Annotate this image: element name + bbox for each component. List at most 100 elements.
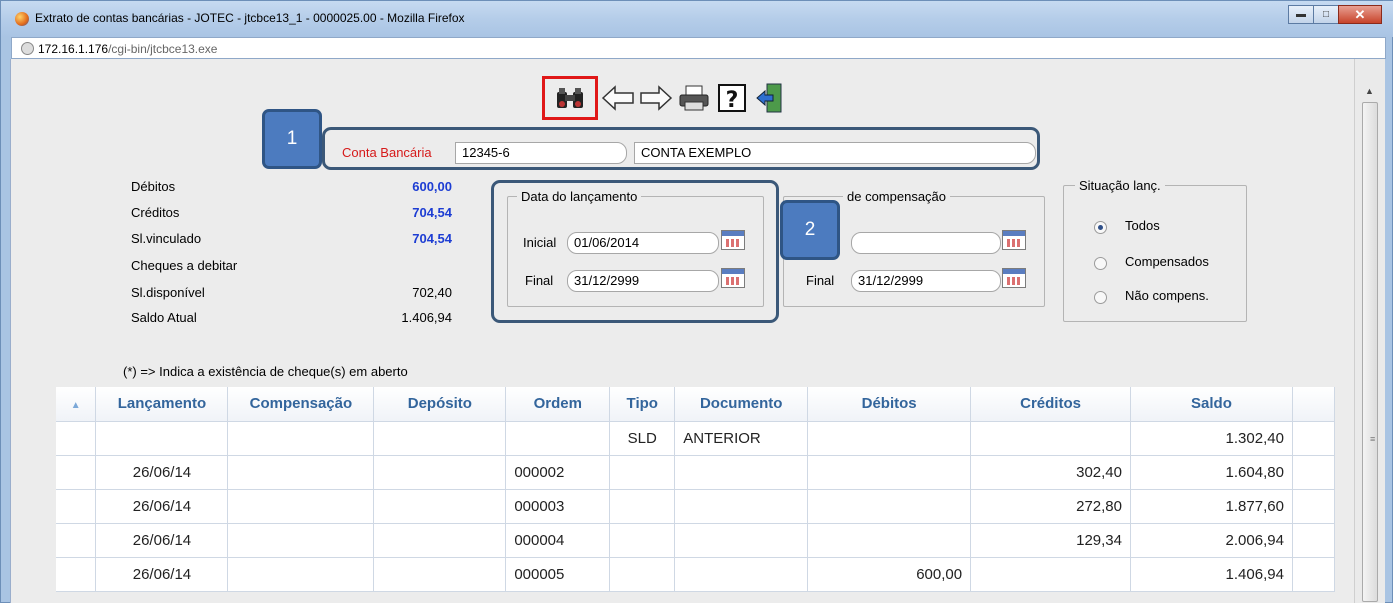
col-debitos[interactable]: Débitos xyxy=(807,387,972,422)
cell-saldo[interactable]: 1.302,40 xyxy=(1130,421,1293,456)
cell-lancamento[interactable]: 26/06/14 xyxy=(95,455,229,490)
comp-final-input[interactable]: 31/12/2999 xyxy=(851,270,1001,292)
help-icon[interactable]: ? xyxy=(714,80,750,116)
cell-saldo[interactable]: 2.006,94 xyxy=(1130,523,1293,558)
radio-compensados-label[interactable]: Compensados xyxy=(1125,254,1209,269)
cell-tipo[interactable]: SLD xyxy=(609,421,676,456)
scroll-up-icon[interactable]: ▲ xyxy=(1365,86,1374,96)
lanc-final-input[interactable]: 31/12/2999 xyxy=(567,270,719,292)
table-row[interactable]: 26/06/14 000003 272,80 1.877,60 xyxy=(56,489,1336,524)
cell-deposito[interactable] xyxy=(373,455,507,490)
vertical-scrollbar[interactable]: ▲ ≡ xyxy=(1354,59,1385,603)
table-header-row: ▲ Lançamento Compensação Depósito Ordem … xyxy=(56,387,1336,422)
col-compensacao[interactable]: Compensação xyxy=(227,387,375,422)
cell-ordem[interactable]: 000003 xyxy=(505,489,611,524)
exit-door-icon[interactable] xyxy=(752,80,788,116)
arrow-left-icon[interactable] xyxy=(600,80,636,116)
cell-debitos[interactable] xyxy=(807,489,972,524)
cell-tipo[interactable] xyxy=(609,455,676,490)
radio-compensados[interactable] xyxy=(1094,257,1107,270)
comp-inicial-input[interactable] xyxy=(851,232,1001,254)
table-row[interactable]: 26/06/14 000002 302,40 1.604,80 xyxy=(56,455,1336,490)
title-bar: Extrato de contas bancárias - JOTEC - jt… xyxy=(1,1,1393,37)
cell-creditos[interactable]: 302,40 xyxy=(970,455,1131,490)
cell-lancamento[interactable]: 26/06/14 xyxy=(95,489,229,524)
cell-documento[interactable] xyxy=(674,455,809,490)
cell-debitos[interactable] xyxy=(807,421,972,456)
col-lancamento[interactable]: Lançamento xyxy=(95,387,229,422)
cell-ordem[interactable]: 000002 xyxy=(505,455,611,490)
cell-compensacao[interactable] xyxy=(227,421,375,456)
minimize-icon[interactable]: ▬ xyxy=(1288,5,1314,24)
cell-documento[interactable] xyxy=(674,489,809,524)
creditos-label: Créditos xyxy=(131,205,180,220)
cell-deposito[interactable] xyxy=(373,489,507,524)
cell-debitos[interactable]: 600,00 xyxy=(807,557,972,592)
col-documento[interactable]: Documento xyxy=(674,387,809,422)
row-indicator-cell[interactable] xyxy=(56,489,97,524)
cell-creditos[interactable] xyxy=(970,421,1131,456)
cell-creditos[interactable]: 129,34 xyxy=(970,523,1131,558)
sort-column-header[interactable]: ▲ xyxy=(56,387,97,422)
cell-creditos[interactable]: 272,80 xyxy=(970,489,1131,524)
radio-nao-compens[interactable] xyxy=(1094,291,1107,304)
cell-saldo[interactable]: 1.877,60 xyxy=(1130,489,1293,524)
cell-saldo[interactable]: 1.604,80 xyxy=(1130,455,1293,490)
cell-debitos[interactable] xyxy=(807,455,972,490)
scrollbar-thumb[interactable] xyxy=(1362,102,1378,602)
url-text[interactable]: 172.16.1.176/cgi-bin/jtcbce13.exe xyxy=(38,42,217,56)
cell-tipo[interactable] xyxy=(609,523,676,558)
creditos-value: 704,54 xyxy=(412,205,452,220)
col-deposito[interactable]: Depósito xyxy=(373,387,507,422)
cell-ordem[interactable]: 000004 xyxy=(505,523,611,558)
cell-documento[interactable]: ANTERIOR xyxy=(674,421,809,456)
radio-nao-compens-label[interactable]: Não compens. xyxy=(1125,288,1209,303)
account-number-input[interactable]: 12345-6 xyxy=(455,142,627,164)
row-indicator-cell[interactable] xyxy=(56,523,97,558)
cell-compensacao[interactable] xyxy=(227,523,375,558)
calendar-icon[interactable] xyxy=(721,230,745,250)
cell-deposito[interactable] xyxy=(373,523,507,558)
col-creditos[interactable]: Créditos xyxy=(970,387,1131,422)
cell-creditos[interactable] xyxy=(970,557,1131,592)
lanc-inicial-input[interactable]: 01/06/2014 xyxy=(567,232,719,254)
cell-tipo[interactable] xyxy=(609,489,676,524)
cell-saldo[interactable]: 1.406,94 xyxy=(1130,557,1293,592)
cell-deposito[interactable] xyxy=(373,421,507,456)
calendar-icon[interactable] xyxy=(1002,230,1026,250)
cell-documento[interactable] xyxy=(674,557,809,592)
radio-todos[interactable] xyxy=(1094,221,1107,234)
table-row[interactable]: SLD ANTERIOR 1.302,40 xyxy=(56,421,1336,456)
cell-ordem[interactable]: 000005 xyxy=(505,557,611,592)
disponivel-value: 702,40 xyxy=(412,285,452,300)
arrow-right-icon[interactable] xyxy=(638,80,674,116)
row-indicator-cell[interactable] xyxy=(56,455,97,490)
maximize-icon[interactable]: □ xyxy=(1313,5,1339,24)
binoculars-icon[interactable] xyxy=(542,76,598,120)
printer-icon[interactable] xyxy=(676,80,712,116)
col-saldo[interactable]: Saldo xyxy=(1130,387,1293,422)
firefox-icon xyxy=(15,12,29,26)
cell-compensacao[interactable] xyxy=(227,455,375,490)
cell-lancamento[interactable]: 26/06/14 xyxy=(95,557,229,592)
row-indicator-cell[interactable] xyxy=(56,557,97,592)
row-indicator-cell[interactable] xyxy=(56,421,97,456)
close-icon[interactable]: ✕ xyxy=(1338,5,1382,24)
account-name-input[interactable]: CONTA EXEMPLO xyxy=(634,142,1036,164)
col-ordem[interactable]: Ordem xyxy=(505,387,611,422)
cell-debitos[interactable] xyxy=(807,523,972,558)
radio-todos-label[interactable]: Todos xyxy=(1125,218,1160,233)
table-row[interactable]: 26/06/14 000005 600,00 1.406,94 xyxy=(56,557,1336,592)
cell-lancamento[interactable]: 26/06/14 xyxy=(95,523,229,558)
cell-documento[interactable] xyxy=(674,523,809,558)
cell-deposito[interactable] xyxy=(373,557,507,592)
cell-compensacao[interactable] xyxy=(227,557,375,592)
cell-compensacao[interactable] xyxy=(227,489,375,524)
calendar-icon[interactable] xyxy=(1002,268,1026,288)
col-tipo[interactable]: Tipo xyxy=(609,387,676,422)
cell-ordem[interactable] xyxy=(505,421,611,456)
cell-lancamento[interactable] xyxy=(95,421,229,456)
calendar-icon[interactable] xyxy=(721,268,745,288)
cell-tipo[interactable] xyxy=(609,557,676,592)
table-row[interactable]: 26/06/14 000004 129,34 2.006,94 xyxy=(56,523,1336,558)
